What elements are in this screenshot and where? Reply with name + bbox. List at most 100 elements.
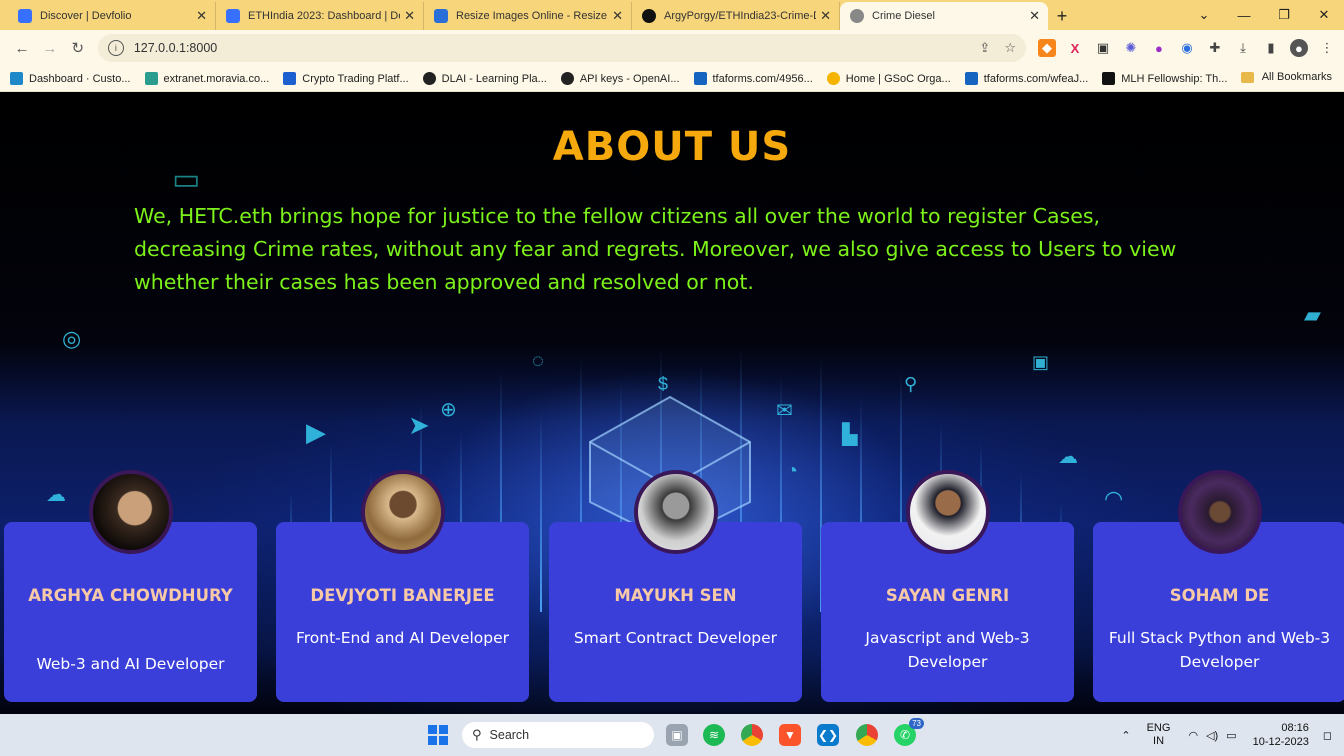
battery-icon[interactable]: ▭	[1226, 729, 1236, 742]
new-tab-button[interactable]: +	[1048, 2, 1076, 30]
metamask-icon[interactable]: ◆	[1037, 39, 1056, 57]
share-icon[interactable]: ⇪	[979, 40, 990, 56]
back-icon[interactable]: ←	[8, 34, 36, 62]
dollar-icon: $	[658, 374, 669, 394]
team-member-role: Javascript and Web-3 Developer	[865, 629, 1030, 671]
bookmark-item[interactable]: Dashboard · Custo...	[10, 72, 131, 85]
task-view-icon[interactable]: ▣	[666, 724, 688, 746]
team-card: SOHAM DE Full Stack Python and Web-3 Dev…	[1093, 470, 1344, 702]
avatar	[88, 470, 173, 554]
spotify-icon[interactable]: ≋	[703, 724, 725, 746]
bookmark-label: MLH Fellowship: Th...	[1121, 72, 1228, 85]
close-tab-icon[interactable]: ✕	[820, 8, 831, 24]
bookmark-favicon-icon	[283, 72, 297, 85]
puzzle-extensions-icon[interactable]: ✚	[1206, 39, 1224, 57]
profile-avatar[interactable]: ●	[1289, 39, 1308, 57]
language-indicator[interactable]: ENG IN	[1147, 722, 1171, 748]
bookmark-favicon-icon	[1102, 72, 1116, 85]
about-section: ▭ ◎ ▰ ◌ ➤ ⊕ ▶ ✉ ⚲ ☁ ☁ ◠ ▣ $ ▙ ◔ ABOUT US…	[0, 92, 1344, 714]
location-pin-icon: ⚲	[904, 374, 918, 394]
bookmark-item[interactable]: DLAI - Learning Pla...	[422, 72, 547, 85]
close-tab-icon[interactable]: ✕	[612, 8, 623, 24]
bookmark-favicon-icon	[826, 72, 840, 85]
bookmark-item[interactable]: Crypto Trading Platf...	[283, 72, 409, 85]
bookmark-item[interactable]: Home | GSoC Orga...	[826, 72, 951, 85]
browser-toolbar: ← → ↻ i 127.0.0.1:8000 ⇪ ☆ ◆ X ▣ ✺ ● ◉ ✚…	[0, 30, 1344, 66]
windows-start-icon[interactable]	[428, 725, 448, 745]
team-card: SAYAN GENRI Javascript and Web-3 Develop…	[821, 470, 1074, 702]
all-bookmarks[interactable]: All Bookmarks	[1240, 71, 1332, 83]
window-controls: ⌄ — ❐ ✕	[1184, 0, 1344, 30]
reload-icon[interactable]: ↻	[64, 34, 92, 62]
side-panel-icon[interactable]: ▮	[1262, 39, 1280, 57]
user-circle-icon: ◎	[62, 326, 82, 351]
x-extension-icon[interactable]: X	[1066, 39, 1084, 57]
minimize-icon[interactable]: —	[1224, 0, 1264, 30]
browser-tab[interactable]: Discover | Devfolio ✕	[8, 2, 216, 30]
tab-title: ArgyPorgy/ETHIndia23-Crime-D	[664, 10, 817, 22]
gear-extension-icon[interactable]: ✺	[1122, 39, 1140, 57]
wifi-icon[interactable]: ◠	[1188, 729, 1198, 742]
bookmark-favicon-icon	[10, 72, 23, 85]
brave-icon[interactable]: ▼	[779, 724, 801, 746]
menu-kebab-icon[interactable]: ⋮	[1318, 39, 1336, 57]
browser-tab[interactable]: ArgyPorgy/ETHIndia23-Crime-D ✕	[632, 2, 840, 30]
team-member-name: SAYAN GENRI	[885, 586, 1010, 605]
cloud-icon: ☁	[46, 484, 66, 506]
close-tab-icon[interactable]: ✕	[1029, 8, 1040, 24]
bookmark-label: tfaforms.com/4956...	[712, 72, 813, 85]
site-info-icon[interactable]: i	[107, 40, 124, 56]
bookmark-item[interactable]: tfaforms.com/wfeaJ...	[964, 72, 1088, 85]
clock-date: 10-12-2023	[1252, 736, 1309, 748]
cloud-upload-icon: ☁	[1058, 446, 1078, 468]
bookmark-item[interactable]: tfaforms.com/4956...	[693, 72, 813, 85]
bookmark-item[interactable]: API keys - OpenAI...	[560, 72, 680, 85]
picture-in-picture-icon[interactable]: ▣	[1094, 39, 1112, 57]
folder-icon	[1240, 71, 1254, 83]
taskbar-search[interactable]: ⚲ Search	[462, 722, 654, 748]
play-icon: ▶	[306, 417, 326, 447]
pie-chart-icon: ◔	[786, 460, 799, 482]
address-bar[interactable]: i 127.0.0.1:8000 ⇪ ☆	[97, 34, 1026, 62]
bookmark-label: DLAI - Learning Pla...	[441, 72, 547, 85]
download-icon[interactable]: ⤓	[1234, 39, 1252, 57]
team-member-role: Full Stack Python and Web-3 Developer	[1108, 629, 1331, 671]
notification-bell-icon[interactable]: ◻	[1323, 729, 1332, 742]
tab-title: Discover | Devfolio	[40, 10, 132, 22]
chevron-up-icon[interactable]: ⌃	[1121, 729, 1130, 742]
screen-recorder-icon[interactable]: ◉	[1178, 39, 1196, 57]
resize-favicon-icon	[434, 9, 448, 23]
extensions-area: ◆ X ▣ ✺ ● ◉ ✚ ⤓ ▮ ● ⋮	[1037, 39, 1336, 57]
language-code: ENG	[1146, 722, 1171, 734]
close-window-icon[interactable]: ✕	[1304, 0, 1344, 30]
openai-favicon-icon	[560, 72, 574, 85]
vscode-icon[interactable]: ❮❯	[817, 724, 839, 746]
avatar	[1177, 470, 1262, 554]
chrome-active-icon[interactable]	[856, 724, 878, 746]
camera-icon: ▣	[1032, 352, 1050, 372]
address-text[interactable]: 127.0.0.1:8000	[134, 41, 966, 55]
chart-icon: ▙	[842, 424, 858, 446]
close-tab-icon[interactable]: ✕	[196, 8, 207, 24]
ai-extension-icon[interactable]: ●	[1150, 39, 1168, 57]
clock[interactable]: 08:16 10-12-2023	[1253, 721, 1309, 749]
close-tab-icon[interactable]: ✕	[404, 8, 415, 24]
globe-icon: ⊕	[440, 399, 457, 421]
browser-tab[interactable]: Resize Images Online - Resize JP ✕	[424, 2, 632, 30]
windows-taskbar: ⚲ Search ▣ ≋ ▼ ❮❯ ✆ 73 ⌃ ENG IN ◠ ◁) ▭ 08…	[0, 714, 1344, 756]
chrome-icon[interactable]	[741, 724, 763, 746]
browser-tab[interactable]: ETHIndia 2023: Dashboard | Dev ✕	[216, 2, 424, 30]
forward-icon[interactable]: →	[36, 34, 64, 62]
browser-tab-active[interactable]: Crime Diesel ✕	[840, 2, 1048, 30]
bookmark-item[interactable]: extranet.moravia.co...	[144, 72, 270, 85]
bookmark-star-icon[interactable]: ☆	[1004, 40, 1016, 56]
tab-search-icon[interactable]: ⌄	[1184, 0, 1224, 30]
bookmarks-bar: Dashboard · Custo... extranet.moravia.co…	[0, 66, 1344, 92]
maximize-icon[interactable]: ❐	[1264, 0, 1304, 30]
tab-strip: Discover | Devfolio ✕ ETHIndia 2023: Das…	[0, 0, 1344, 30]
volume-icon[interactable]: ◁)	[1206, 729, 1218, 742]
whatsapp-icon[interactable]: ✆ 73	[894, 718, 924, 746]
bookmark-item[interactable]: MLH Fellowship: Th...	[1102, 72, 1227, 85]
bookmark-label: extranet.moravia.co...	[163, 72, 270, 85]
clock-time: 08:16	[1281, 722, 1309, 734]
